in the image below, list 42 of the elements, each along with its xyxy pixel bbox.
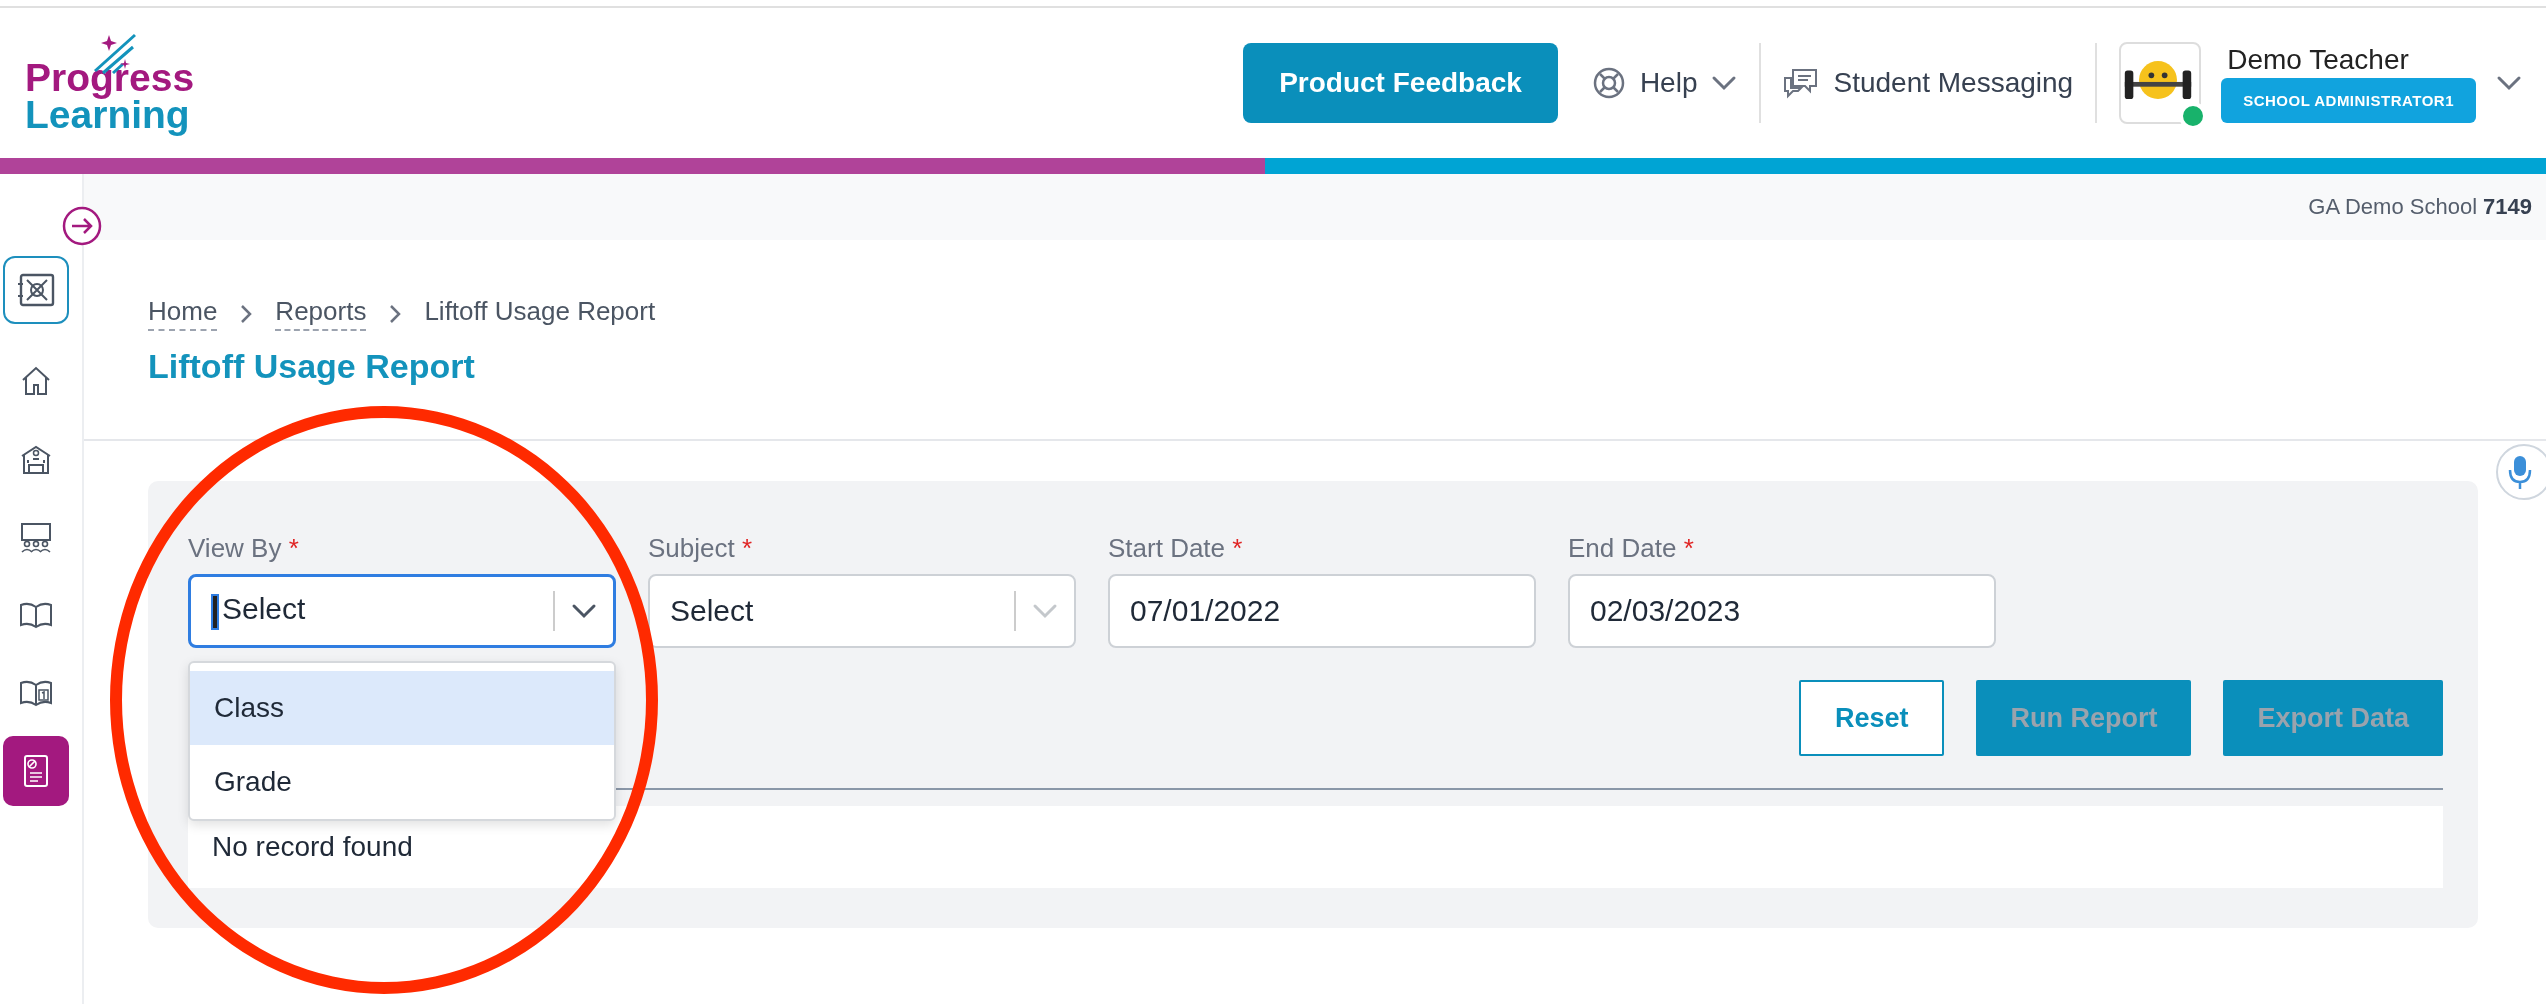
open-book-icon <box>18 600 54 630</box>
date-field[interactable]: 07/01/2022 <box>1108 574 1536 648</box>
text-cursor <box>211 593 219 630</box>
user-name: Demo Teacher <box>2226 43 2410 76</box>
chevron-down-icon <box>1711 75 1738 91</box>
field-label: Start Date * <box>1108 533 1244 564</box>
book-number-icon <box>18 678 54 708</box>
lifebuoy-icon <box>1591 66 1626 100</box>
school-name: GA Demo School 7149 <box>84 174 2546 240</box>
toolbox-launcher-button[interactable] <box>3 256 69 324</box>
progress-learning-logo: Progress Learning <box>25 32 195 134</box>
breadcrumb-link[interactable]: Home <box>148 296 218 331</box>
help-menu[interactable]: Help <box>1569 43 1760 123</box>
role-badge: SCHOOL ADMINISTRATOR1 <box>2221 77 2476 123</box>
dropdown-option[interactable]: Class <box>190 671 614 745</box>
page-title: Liftoff Usage Report <box>148 347 476 387</box>
dropdown-option[interactable]: Grade <box>190 745 614 819</box>
student-messaging-link[interactable]: Student Messaging <box>1761 43 2096 123</box>
sidebar-nav-item[interactable] <box>3 736 69 806</box>
select-field[interactable]: Select <box>648 574 1076 648</box>
student-messaging-label: Student Messaging <box>1833 67 2074 99</box>
user-menu-chevron-icon <box>2496 75 2522 91</box>
select-field[interactable]: Select <box>188 574 616 648</box>
breadcrumb-link[interactable]: Reports <box>275 296 367 331</box>
breadcrumb-current: Liftoff Usage Report <box>424 296 656 328</box>
chat-bubbles-icon <box>1783 67 1820 99</box>
date-field[interactable]: 02/03/2023 <box>1568 574 1996 648</box>
vault-icon <box>16 272 56 308</box>
chevron-down-icon <box>571 603 597 619</box>
chevron-right-icon <box>388 302 403 325</box>
product-feedback-button[interactable]: Product Feedback <box>1243 43 1558 123</box>
field-label: End Date * <box>1568 533 1695 564</box>
field-label: View By * <box>188 533 300 564</box>
action-button[interactable]: Reset <box>1798 680 1945 756</box>
help-label: Help <box>1639 67 1698 99</box>
microphone-button[interactable] <box>2496 444 2546 500</box>
report-document-icon <box>21 753 51 789</box>
chevron-right-icon <box>239 302 254 325</box>
field-label: Subject * <box>648 533 754 564</box>
classroom-icon <box>18 520 54 554</box>
chevron-down-icon <box>1032 603 1058 619</box>
empty-table-message: No record found <box>211 831 413 863</box>
